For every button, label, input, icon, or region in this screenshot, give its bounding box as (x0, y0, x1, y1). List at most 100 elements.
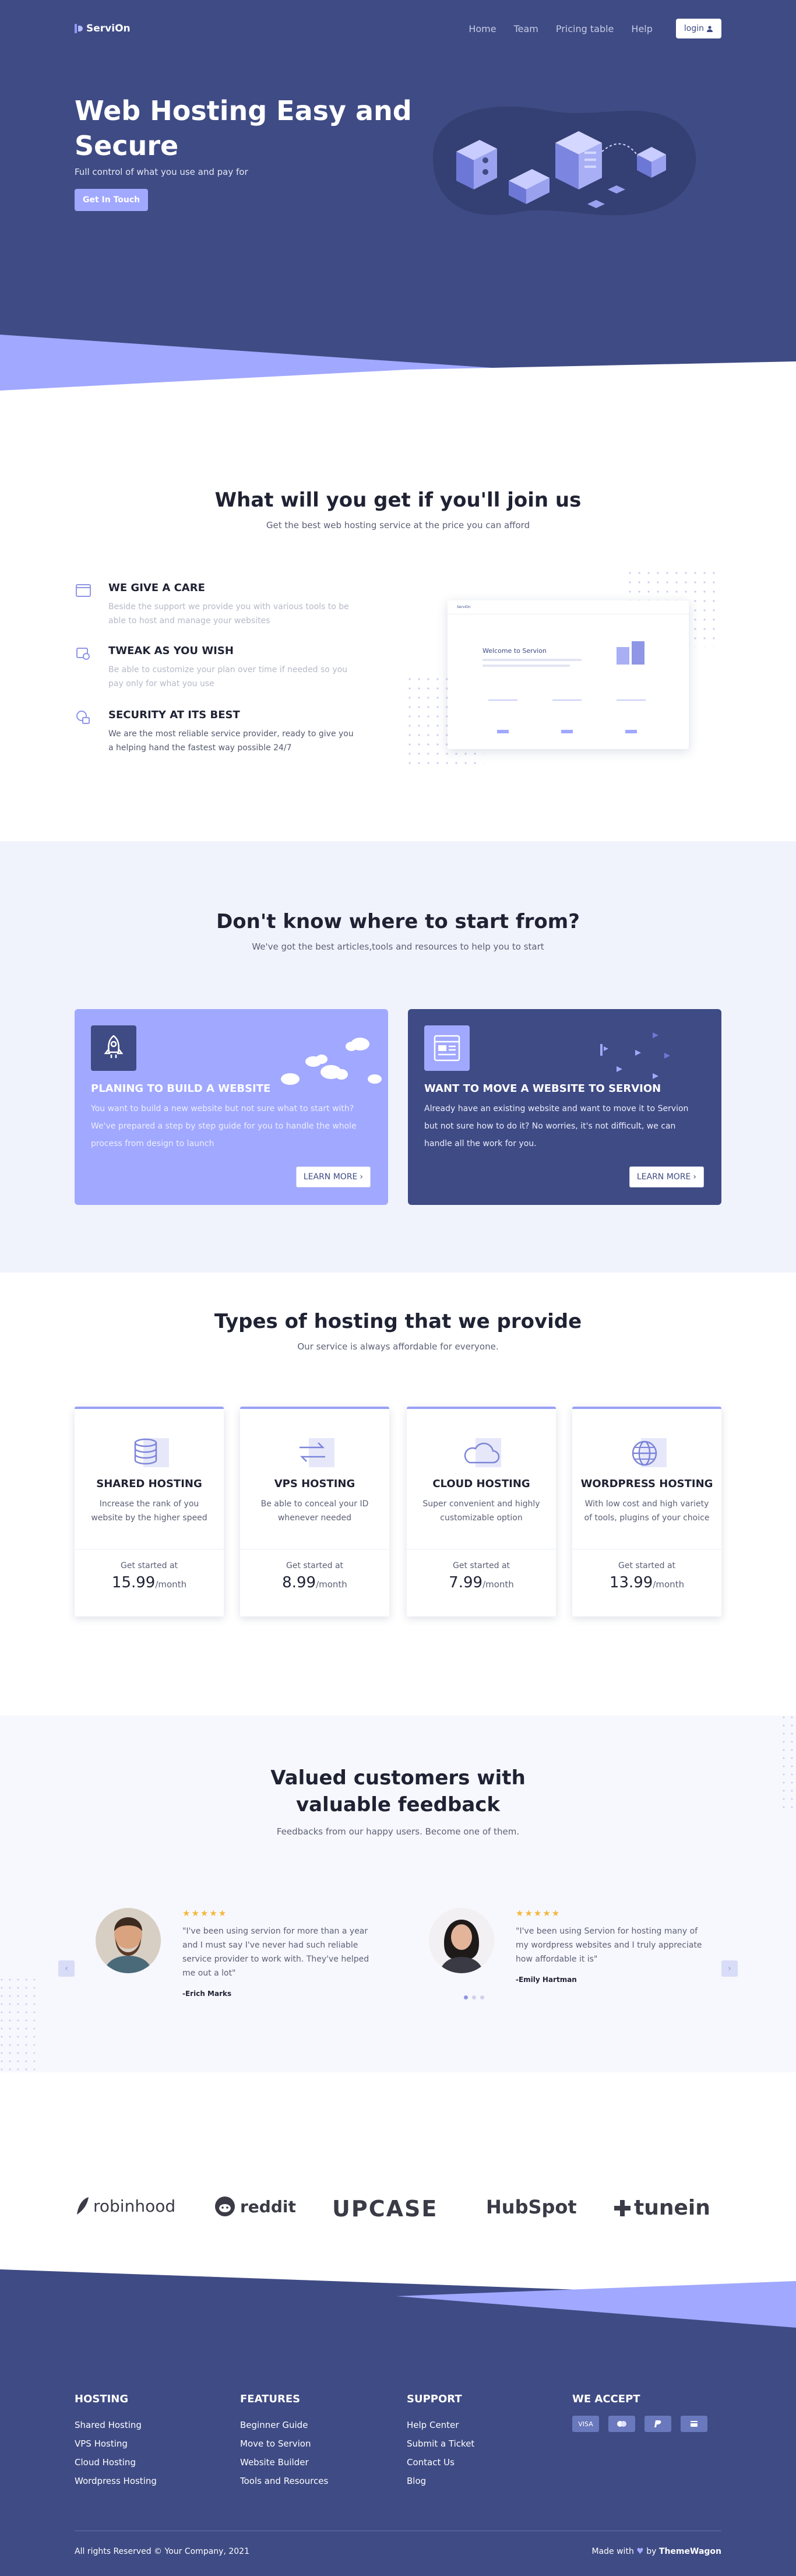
top-nav: ServiOn Home Team Pricing table Help log… (75, 0, 721, 57)
cloud-icon (458, 1433, 505, 1471)
nav-menu: Home Team Pricing table Help login (451, 19, 721, 38)
footer-heading: WE ACCEPT (572, 2393, 640, 2405)
feature-text: Be able to customize your plan over time… (108, 665, 348, 688)
plan-started: Get started at (286, 1561, 344, 1570)
brand-upcase: UPCASE (332, 2196, 438, 2222)
feature-tweak: TWEAK AS YOU WISH Be able to customize y… (75, 645, 354, 691)
plan-desc: With low cost and high variety of tools,… (584, 1499, 710, 1523)
footer-link[interactable]: Wordpress Hosting (75, 2472, 157, 2490)
database-icon (126, 1433, 172, 1471)
feature-text: Beside the support we provide you with v… (108, 602, 349, 625)
hosting-types-section: Types of hosting that we provide Our ser… (0, 1273, 796, 1716)
plan-card-shared[interactable]: SHARED HOSTING Increase the rank of you … (75, 1407, 224, 1616)
rating-stars: ★★★★★ (516, 1908, 561, 1918)
tunein-icon (614, 2199, 631, 2216)
chevron-right-icon: › (360, 1172, 363, 1182)
footer-link[interactable]: Blog (407, 2472, 474, 2490)
prev-arrow[interactable]: ‹ (58, 1960, 75, 1977)
footer-heading: FEATURES (240, 2393, 301, 2405)
plan-card-cloud[interactable]: CLOUD HOSTING Super convenient and highl… (407, 1407, 556, 1616)
next-arrow[interactable]: › (721, 1960, 738, 1977)
website-layout-icon (424, 1025, 470, 1071)
plan-price-box: Get started at 13.99/month (572, 1549, 721, 1616)
preview-illustration (617, 641, 644, 665)
start-title: Don't know where to start from? (216, 910, 580, 933)
preview-headline: Welcome to Servion (482, 647, 547, 655)
plan-desc: Increase the rank of you website by the … (91, 1499, 207, 1523)
start-subtitle: We've got the best articles,tools and re… (252, 941, 544, 952)
pager-dot[interactable] (464, 1995, 468, 1999)
footer-hosting: HOSTING Shared Hosting VPS Hosting Cloud… (75, 2393, 157, 2490)
feature-care: WE GIVE A CARE Beside the support we pro… (75, 582, 354, 628)
footer-link[interactable]: Submit a Ticket (407, 2434, 474, 2453)
nav-home[interactable]: Home (469, 23, 496, 34)
features-title: What will you get if you'll join us (214, 489, 582, 512)
hero-wave (0, 335, 796, 396)
logo-icon (75, 24, 83, 33)
mastercard-icon (608, 2416, 635, 2432)
brand-tunein: tunein (613, 2196, 710, 2220)
testimonial-author: -Emily Hartman (516, 1976, 577, 1984)
pager-dot[interactable] (480, 1995, 484, 1999)
heart-icon: ♥ (636, 2547, 644, 2556)
brand-name: ServiOn (86, 23, 131, 34)
footer-link[interactable]: Contact Us (407, 2453, 474, 2472)
feature-text: We are the most reliable service provide… (108, 729, 354, 753)
testimonial-quote: "I've been using Servion for hosting man… (516, 1927, 702, 1964)
footer-link[interactable]: Tools and Resources (240, 2472, 328, 2490)
learn-more-button[interactable]: LEARN MORE › (629, 1166, 704, 1187)
chevron-right-icon: › (693, 1172, 696, 1182)
feedback-title: Valued customers with valuable feedback (270, 1766, 526, 1816)
avatar (429, 1908, 494, 1973)
brand-hubspot: HubSpot (486, 2196, 577, 2218)
rating-stars: ★★★★★ (182, 1908, 228, 1918)
feather-icon (77, 2197, 89, 2215)
brand-reddit: reddit (214, 2196, 296, 2217)
card-icon (681, 2416, 707, 2432)
learn-more-button[interactable]: LEARN MORE › (295, 1166, 371, 1187)
feedback-subtitle: Feedbacks from our happy users. Become o… (276, 1826, 520, 1837)
nav-help[interactable]: Help (631, 23, 652, 34)
types-title: Types of hosting that we provide (214, 1310, 582, 1333)
card-text: You want to build a new website but not … (91, 1104, 357, 1148)
features-section: What will you get if you'll join us Get … (0, 396, 796, 841)
plan-name: SHARED HOSTING (96, 1478, 202, 1490)
plan-price-box: Get started at 7.99/month (407, 1549, 556, 1616)
nav-pricing[interactable]: Pricing table (556, 23, 614, 34)
card-title: PLANING TO BUILD A WEBSITE (91, 1083, 271, 1095)
testimonial-quote: "I've been using servion for more than a… (182, 1927, 369, 1978)
hero-subtitle: Full control of what you use and pay for (75, 167, 248, 177)
learn-more-label: LEARN MORE (303, 1172, 358, 1182)
plan-started: Get started at (618, 1561, 676, 1570)
themewagon-link[interactable]: ThemeWagon (659, 2547, 721, 2556)
site-footer: HOSTING Shared Hosting VPS Hosting Cloud… (0, 2269, 796, 2576)
footer-link[interactable]: Website Builder (240, 2453, 328, 2472)
start-section: Don't know where to start from? We've go… (0, 841, 796, 1273)
build-website-card: PLANING TO BUILD A WEBSITE You want to b… (75, 1009, 388, 1205)
footer-link[interactable]: Shared Hosting (75, 2416, 157, 2434)
plan-price: 13.99/month (609, 1574, 685, 1591)
plan-price-box: Get started at 8.99/month (240, 1549, 389, 1616)
chevron-left-icon: ‹ (65, 1964, 68, 1973)
footer-link[interactable]: Beginner Guide (240, 2416, 328, 2434)
brand-logo[interactable]: ServiOn (75, 23, 131, 34)
login-button[interactable]: login (675, 19, 721, 38)
footer-features: FEATURES Beginner Guide Move to Servion … (240, 2393, 328, 2490)
footer-link[interactable]: Help Center (407, 2416, 474, 2434)
footer-link[interactable]: Cloud Hosting (75, 2453, 157, 2472)
footer-link[interactable]: VPS Hosting (75, 2434, 157, 2453)
learn-more-label: LEARN MORE (636, 1172, 691, 1182)
feature-security: SECURITY AT ITS BEST We are the most rel… (75, 709, 354, 755)
security-icon (76, 711, 90, 724)
made-with: Made with ♥ by ThemeWagon (591, 2547, 722, 2556)
visa-icon: VISA (572, 2416, 599, 2432)
get-in-touch-button[interactable]: Get In Touch (75, 189, 149, 211)
plan-card-vps[interactable]: VPS HOSTING Be able to conceal your ID w… (240, 1407, 389, 1616)
footer-link[interactable]: Move to Servion (240, 2434, 328, 2453)
chevron-right-icon: › (728, 1964, 731, 1973)
settings-icon (76, 648, 90, 660)
plan-card-wordpress[interactable]: WORDPRESS HOSTING With low cost and high… (572, 1407, 721, 1616)
pager-dot[interactable] (472, 1995, 476, 1999)
nav-team[interactable]: Team (514, 23, 538, 34)
types-subtitle: Our service is always affordable for eve… (297, 1341, 499, 1352)
